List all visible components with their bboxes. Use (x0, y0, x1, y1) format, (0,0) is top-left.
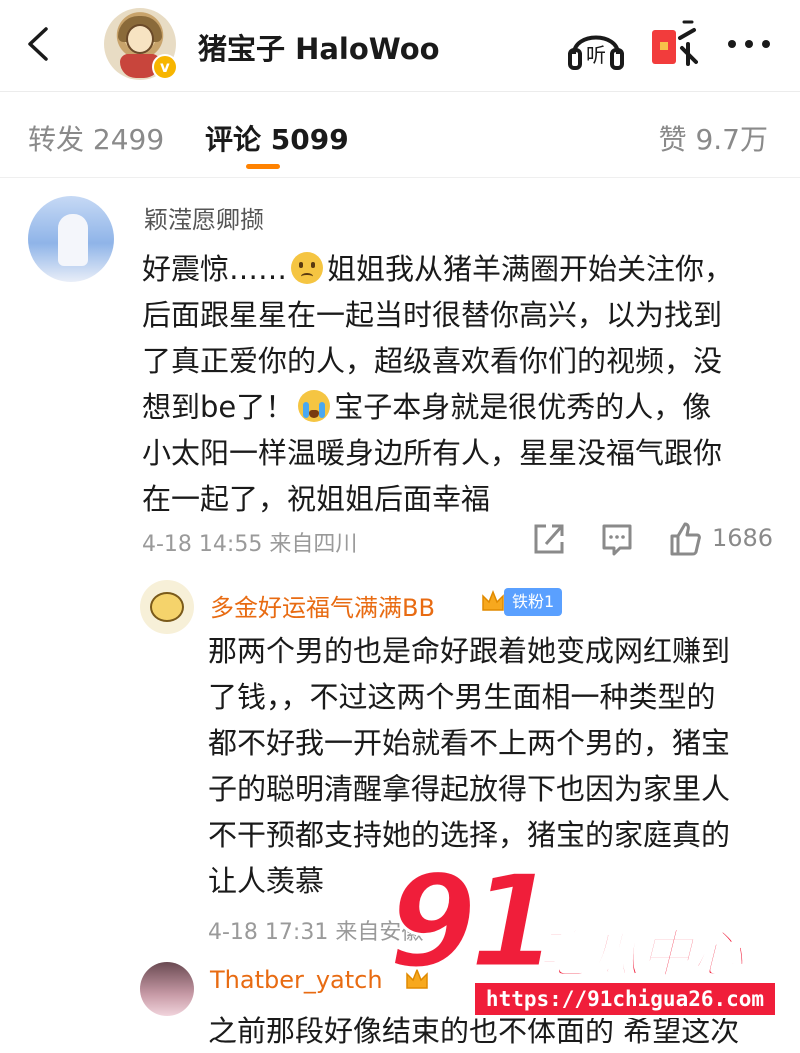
active-tab-indicator (246, 164, 280, 169)
fan-level-badge: 铁粉1 (504, 588, 563, 616)
tab-comment[interactable]: 评论 5099 (205, 118, 349, 158)
tab-bar: 转发 2499 评论 5099 赞 9.7万 (0, 92, 800, 178)
crying-face-emoji-icon (298, 390, 331, 422)
tab-repost[interactable]: 转发 2499 (28, 118, 164, 158)
like-count: 1686 (712, 524, 774, 552)
page-title[interactable]: 猪宝子 HaloWoo (198, 26, 440, 68)
comment-meta: 4-18 14:55 来自四川 (142, 532, 358, 557)
commenter-avatar[interactable] (140, 962, 194, 1016)
back-icon[interactable] (22, 26, 54, 62)
watermark-name: 吃瓜中心 (535, 924, 745, 986)
reply-comment-icon[interactable] (600, 518, 634, 558)
comment-text: 好震惊…… 姐姐我从猪羊满圈开始关注你， 后面跟星星在一起当时很替你高兴，以为找到… (142, 252, 734, 516)
commenter-username[interactable]: 颖滢愿卿撷 (144, 200, 264, 235)
commenter-avatar[interactable] (140, 580, 194, 634)
listen-label: 听 (586, 43, 606, 67)
tab-like[interactable]: 赞 9.7万 (659, 118, 768, 158)
listen-icon[interactable]: 听 (566, 18, 626, 74)
commenter-username[interactable]: Thatber_yatch (210, 966, 383, 994)
verified-badge-icon: v (152, 54, 178, 80)
commenter-avatar[interactable] (28, 196, 114, 282)
more-icon[interactable] (724, 30, 774, 58)
share-icon[interactable] (532, 518, 566, 558)
comment-text: 之前那段好像结束的也不体面的 希望这次 (208, 1014, 740, 1048)
comment-meta: 4-18 17:31 来自安徽 (208, 920, 424, 945)
worried-face-emoji-icon (291, 252, 324, 284)
crown-icon (406, 967, 428, 989)
crown-icon (482, 589, 504, 611)
red-packet-icon[interactable] (648, 18, 698, 70)
top-navigation-bar: v 猪宝子 HaloWoo 听 (0, 0, 800, 92)
thumbs-up-icon[interactable] (668, 518, 702, 558)
commenter-username[interactable]: 多金好运福气满满BB (210, 588, 435, 623)
comment-text: 那两个男的也是命好跟着她变成网红赚到 了钱，，不过这两个男生面相一种类型的 都不… (208, 634, 731, 898)
